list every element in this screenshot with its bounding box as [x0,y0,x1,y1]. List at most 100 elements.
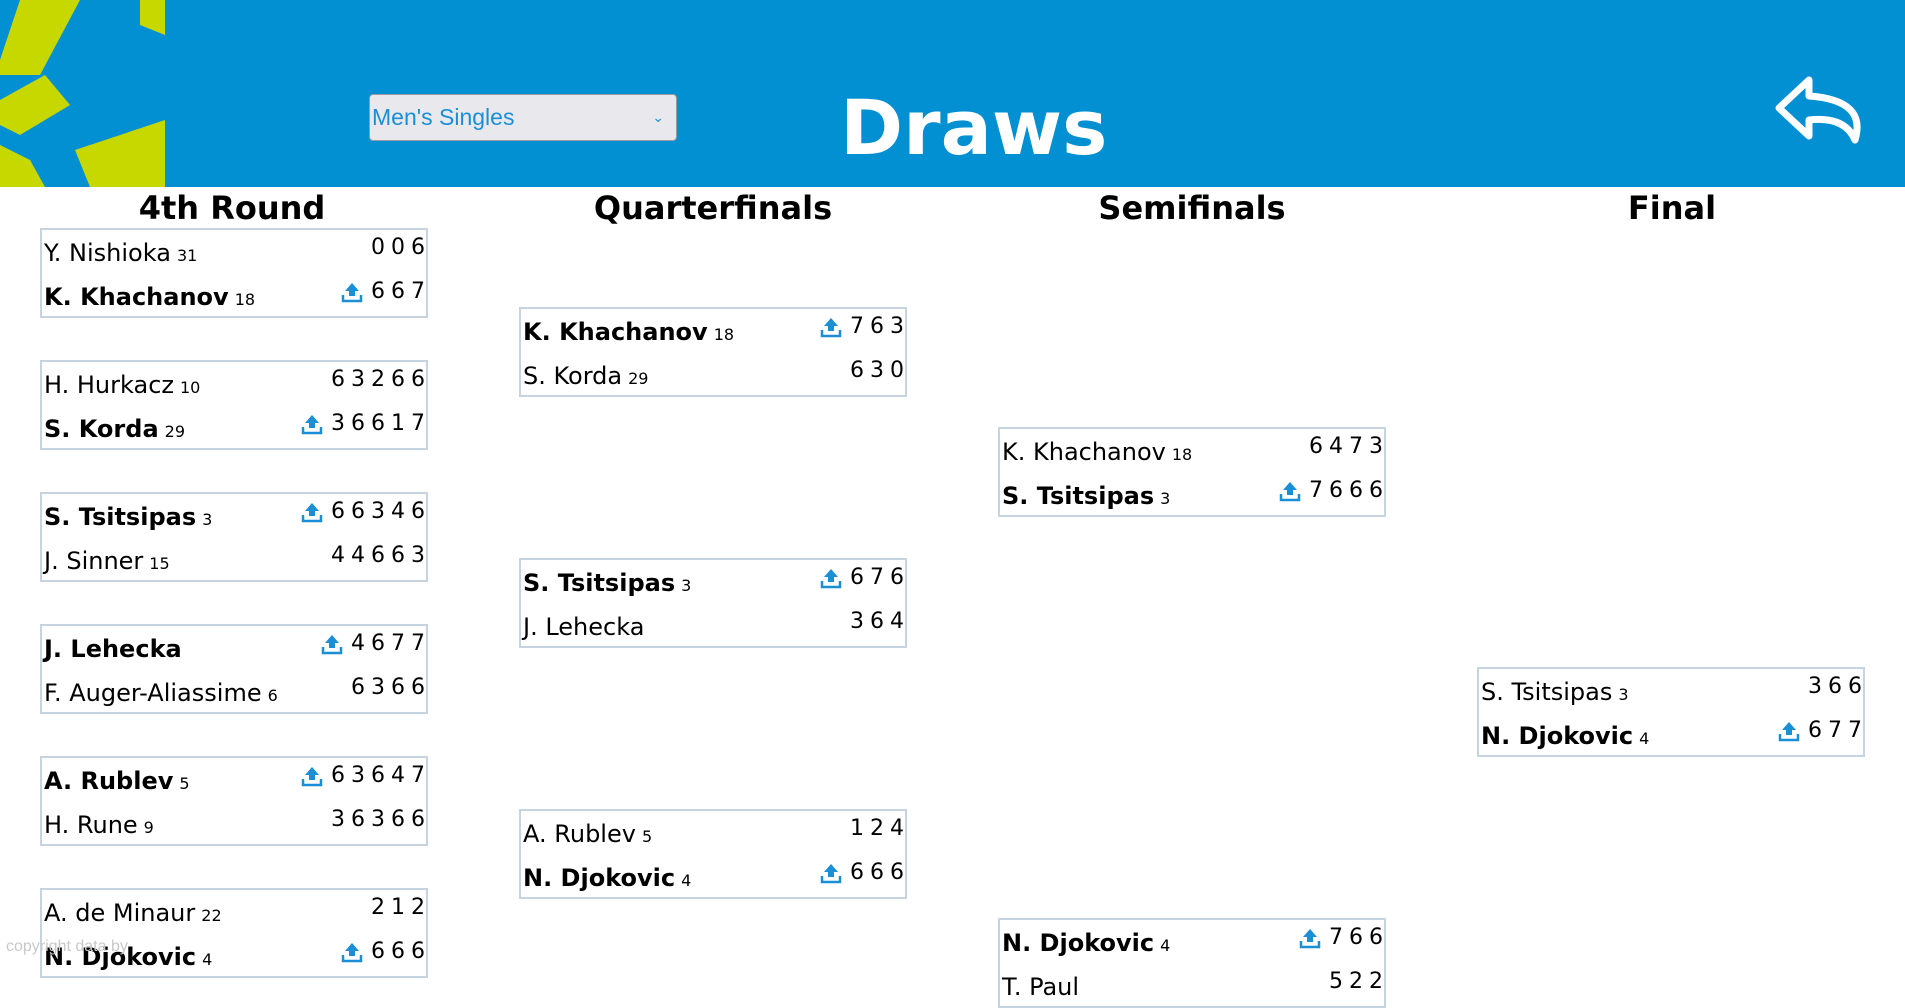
set-score: 7 [1309,478,1323,503]
player-seed: 9 [143,818,154,837]
set-score: 6 [331,499,345,524]
set-score: 6 [870,860,884,885]
player-name[interactable]: S. Tsitsipas 3 [523,569,691,597]
set-scores: 4677 [321,631,425,656]
match-card[interactable]: K. Khachanov 18 7 6 3 S. Korda 29 6 3 0 [519,307,907,397]
set-score: 6 [351,807,365,832]
player-name[interactable]: K. Khachanov 18 [44,283,255,311]
set-score: 0 [371,235,385,260]
player-seed: 31 [176,246,198,265]
player-name[interactable]: S. Tsitsipas 3 [1002,482,1170,510]
set-score: 6 [1828,674,1842,699]
set-score: 6 [1848,674,1862,699]
player-seed: 4 [1160,936,1171,955]
set-score: 3 [371,675,385,700]
player-name[interactable]: H. Rune 9 [44,811,154,839]
player-seed: 29 [628,369,649,388]
player-name[interactable]: F. Auger-Aliassime 6 [44,679,278,707]
set-score: 3 [331,807,345,832]
player-name-text: F. Auger-Aliassime [44,679,262,707]
player-name[interactable]: H. Hurkacz 10 [44,371,200,399]
player-row: N. Djokovic 4 6 6 6 [521,856,905,898]
match-card[interactable]: Y. Nishioka 31 0 0 6 K. Khachanov 18 6 6 7 [40,228,428,318]
player-name[interactable]: A. Rublev 5 [44,767,190,795]
set-score: 4 [351,631,365,656]
set-score: 6 [870,314,884,339]
set-score: 3 [331,411,345,436]
match-card[interactable]: N. Djokovic 4 7 6 6 T. Paul 5 2 2 [998,918,1386,1008]
draw-type-select[interactable]: Men's Singles ⌄ [369,94,677,141]
winner-upload-icon [301,413,323,435]
set-score: 5 [1329,969,1343,994]
winner-upload-icon [321,633,343,655]
set-score: 3 [870,358,884,383]
match-card[interactable]: A. Rublev 5 1 2 4 N. Djokovic 4 6 6 6 [519,809,907,899]
player-seed: 15 [149,554,170,573]
player-name-text: T. Paul [1002,973,1080,1001]
player-name[interactable]: S. Tsitsipas 3 [1481,678,1629,706]
set-score: 6 [351,411,365,436]
set-score: 6 [1329,478,1343,503]
player-name-text: S. Tsitsipas [1002,482,1155,510]
player-name[interactable]: Y. Nishioka 31 [44,239,197,267]
match-card[interactable]: H. Hurkacz 10 6 3 2 6 6 S. Korda 29 3 6 6 1 7 [40,360,428,450]
player-row: S. Tsitsipas 3 7 6 6 6 [1000,474,1384,516]
set-score: 7 [1329,925,1343,950]
player-name[interactable]: S. Tsitsipas 3 [44,503,212,531]
set-score: 6 [331,367,345,392]
match-card[interactable]: A. Rublev 5 6 3 6 4 7 H. Rune 9 3 6 3 6 6 [40,756,428,846]
player-seed: 4 [681,871,692,890]
match-card[interactable]: S. Tsitsipas 3 6 7 6 J. Lehecka 3 6 4 [519,558,907,648]
player-name[interactable]: N. Djokovic 4 [1002,929,1170,957]
player-name[interactable]: S. Korda 29 [44,415,185,443]
player-name[interactable]: K. Khachanov 18 [523,318,734,346]
set-score: 3 [351,763,365,788]
set-score: 4 [351,543,365,568]
set-score: 1 [391,895,405,920]
player-seed: 10 [179,378,201,397]
set-score: 6 [1309,434,1323,459]
set-scores: 366 [1802,674,1862,699]
match-card[interactable]: S. Tsitsipas 3 3 6 6 N. Djokovic 4 6 7 7 [1477,667,1865,757]
set-scores: 36366 [325,807,425,832]
player-name[interactable]: A. Rublev 5 [523,820,652,848]
winner-upload-icon [820,862,842,884]
set-score: 6 [870,609,884,634]
set-score: 7 [411,279,425,304]
player-name[interactable]: J. Sinner 15 [44,547,170,575]
back-arrow-icon[interactable] [1775,76,1871,148]
player-row: S. Tsitsipas 3 3 6 6 [1479,670,1863,712]
player-seed: 22 [201,906,222,925]
player-name[interactable]: T. Paul [1002,973,1079,1001]
match-card[interactable]: J. Lehecka 4 6 7 7 F. Auger-Aliassime 6 6 3 6 6 [40,624,428,714]
player-name[interactable]: A. de Minaur 22 [44,899,222,927]
set-score: 7 [411,631,425,656]
player-seed: 3 [202,510,213,529]
player-name[interactable]: J. Lehecka [523,613,644,641]
player-name[interactable]: K. Khachanov 18 [1002,438,1192,466]
match-card[interactable]: K. Khachanov 18 6 4 7 3 S. Tsitsipas 3 7 6 6 6 [998,427,1386,517]
player-seed: 5 [641,827,653,846]
player-row: K. Khachanov 18 6 6 7 [42,275,426,317]
player-name[interactable]: S. Korda 29 [523,362,648,390]
player-name[interactable]: N. Djokovic 4 [1481,722,1649,750]
player-name-text: A. Rublev [523,820,636,848]
match-card[interactable]: A. de Minaur 22 2 1 2 N. Djokovic 4 6 6 6 [40,888,428,978]
set-score: 6 [411,499,425,524]
player-name[interactable]: N. Djokovic 4 [523,864,691,892]
player-name[interactable]: J. Lehecka [44,635,182,663]
set-score: 6 [391,675,405,700]
set-score: 6 [391,367,405,392]
draw-type-value: Men's Singles [372,104,515,130]
match-card[interactable]: S. Tsitsipas 3 6 6 3 4 6 J. Sinner 15 4 4 6 6 3 [40,492,428,582]
player-row: S. Tsitsipas 3 6 7 6 [521,561,905,603]
player-seed: 18 [1171,445,1193,464]
set-scores: 676 [820,565,904,590]
set-score: 4 [890,816,904,841]
set-scores: 63647 [301,763,425,788]
set-score: 3 [850,609,864,634]
player-row: J. Lehecka 3 6 4 [521,605,905,647]
set-score: 6 [371,631,385,656]
player-row: J. Sinner 15 4 4 6 6 3 [42,539,426,581]
player-name-text: N. Djokovic [1002,929,1155,957]
